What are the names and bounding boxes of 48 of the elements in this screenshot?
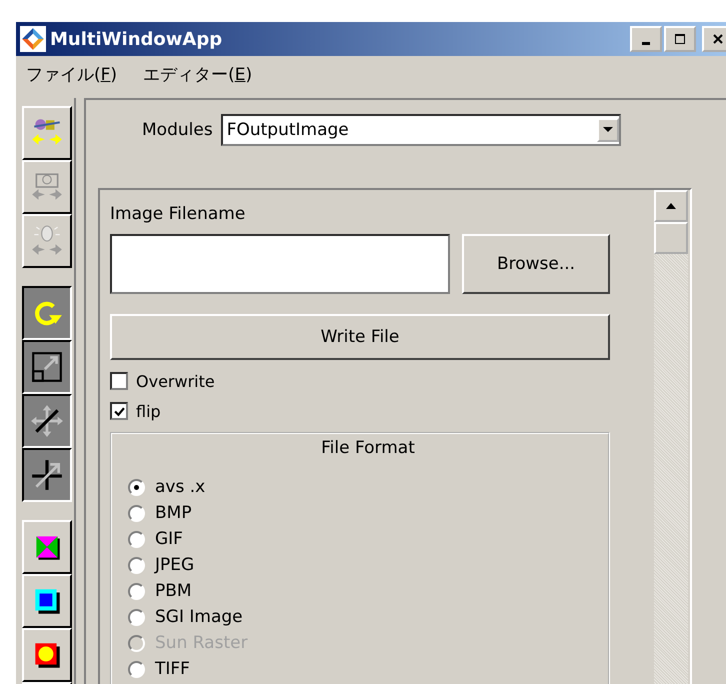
minimize-button[interactable] <box>630 26 662 52</box>
checkbox-label: Overwrite <box>136 372 215 390</box>
radio-label: PBM <box>155 581 192 601</box>
radio-button[interactable] <box>128 504 145 522</box>
radio-label: JPEG <box>155 555 194 575</box>
image-filename-label: Image Filename <box>110 204 246 224</box>
maximize-icon <box>674 33 686 45</box>
toolbar-button[interactable] <box>22 340 72 394</box>
group-title: File Format <box>321 438 415 458</box>
close-button[interactable] <box>702 26 726 52</box>
modules-label: Modules <box>142 120 213 140</box>
move-arrows-icon <box>30 404 64 438</box>
filename-field[interactable] <box>110 234 450 294</box>
toolbar-button[interactable] <box>22 448 72 502</box>
checkbox[interactable] <box>110 372 128 390</box>
menu-item[interactable]: エディター(E) <box>143 62 252 86</box>
vertical-scrollbar[interactable] <box>654 190 688 684</box>
browse-button[interactable]: Browse... <box>462 234 610 294</box>
scale-icon <box>30 350 64 384</box>
dropdown-arrow-icon <box>602 127 613 133</box>
radio-label: SGI Image <box>155 607 243 627</box>
radio-button[interactable] <box>128 582 145 600</box>
radio-label: GIF <box>155 529 183 549</box>
menu-item[interactable]: ファイル(F) <box>26 62 118 86</box>
window-title: MultiWindowApp <box>50 28 224 50</box>
maximize-button[interactable] <box>664 26 696 52</box>
up-arrow-icon <box>666 203 676 209</box>
radio-label: avs .x <box>155 477 206 497</box>
radio-label: TIFF <box>155 659 190 679</box>
radio-button[interactable] <box>128 530 145 548</box>
cross-diagonal-icon <box>30 458 64 492</box>
checkbox[interactable] <box>110 402 128 420</box>
radio-button[interactable] <box>128 660 145 678</box>
dropdown-button[interactable] <box>596 118 619 142</box>
checkmark-icon <box>114 406 124 416</box>
radio-button[interactable] <box>128 556 145 574</box>
modules-dropdown[interactable]: FOutputImage <box>220 114 621 146</box>
write-file-button[interactable]: Write File <box>110 314 610 360</box>
scroll-thumb[interactable] <box>654 222 688 254</box>
minimize-icon <box>642 42 650 44</box>
toolbar-button[interactable] <box>22 394 72 448</box>
radio-label: BMP <box>155 503 192 523</box>
scroll-up-button[interactable] <box>654 190 688 222</box>
close-icon <box>712 33 724 45</box>
radio-button[interactable] <box>128 608 145 626</box>
checkbox-label: flip <box>136 402 161 420</box>
toolbar-button[interactable] <box>22 286 72 340</box>
radio-button[interactable] <box>128 478 145 496</box>
